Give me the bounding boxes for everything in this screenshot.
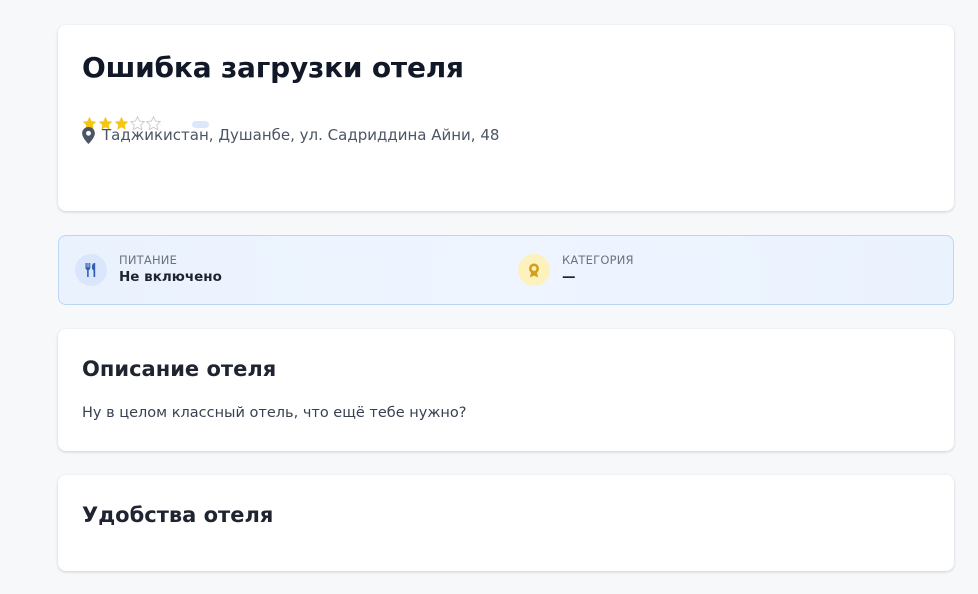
amenities-title: Удобства отеля xyxy=(82,503,274,527)
utensils-icon xyxy=(75,254,107,286)
address-row: Таджикистан, Душанбе, ул. Садриддина Айн… xyxy=(82,126,499,144)
description-card: Описание отеля Ну в целом классный отель… xyxy=(58,329,954,451)
hotel-address: Таджикистан, Душанбе, ул. Садриддина Айн… xyxy=(102,126,500,144)
map-pin-icon xyxy=(82,126,95,144)
info-meal: ПИТАНИЕ Не включено xyxy=(75,236,222,304)
description-text: Ну в целом классный отель, что ещё тебе … xyxy=(82,405,467,421)
amenities-card: Удобства отеля xyxy=(58,475,954,571)
info-category: КАТЕГОРИЯ — xyxy=(518,236,634,304)
hotel-title: Ошибка загрузки отеля xyxy=(82,51,464,84)
meal-value: Не включено xyxy=(119,269,222,285)
hotel-header-card: Ошибка загрузки отеля Таджикистан, Душан… xyxy=(58,25,954,211)
hotel-info-bar: ПИТАНИЕ Не включено КАТЕГОРИЯ — xyxy=(58,235,954,305)
description-title: Описание отеля xyxy=(82,357,277,381)
award-badge-icon xyxy=(518,254,550,286)
category-value: — xyxy=(562,269,576,285)
category-label: КАТЕГОРИЯ xyxy=(562,253,634,267)
meal-label: ПИТАНИЕ xyxy=(119,253,178,267)
